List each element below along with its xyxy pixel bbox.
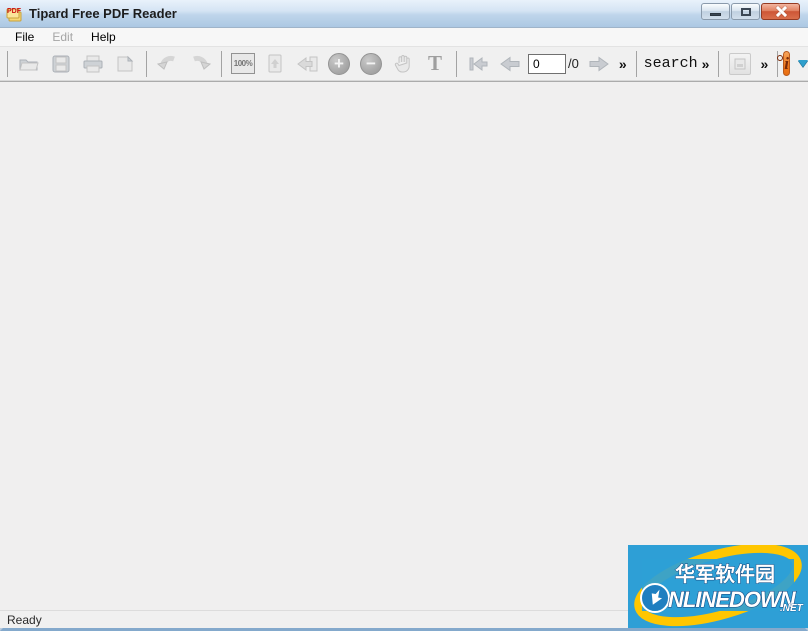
close-button[interactable]	[761, 3, 800, 20]
search-overflow-button[interactable]: »	[698, 56, 714, 72]
menu-bar: File Edit Help	[0, 28, 808, 47]
previous-page-icon	[500, 56, 520, 71]
maximize-button[interactable]	[731, 3, 760, 20]
open-button[interactable]	[14, 50, 44, 78]
close-icon	[775, 6, 786, 17]
zoom-out-icon: −	[360, 52, 382, 75]
minimize-button[interactable]	[701, 3, 730, 20]
minimize-icon	[710, 13, 721, 16]
first-page-icon	[469, 56, 488, 71]
menu-help[interactable]: Help	[82, 28, 125, 46]
snapshot-button[interactable]	[110, 50, 140, 78]
page-number-input[interactable]	[528, 53, 566, 74]
properties-button[interactable]	[725, 50, 755, 78]
info-button[interactable]: i	[777, 51, 790, 76]
rotate-left-button[interactable]	[153, 50, 183, 78]
watermark-site-name: 华军软件园	[675, 562, 775, 586]
svg-text:PDF: PDF	[7, 8, 22, 15]
maximize-icon	[740, 7, 751, 16]
text-select-icon: T	[427, 51, 442, 75]
first-page-button[interactable]	[463, 50, 493, 78]
next-page-button[interactable]	[584, 50, 614, 78]
status-text: Ready	[7, 612, 42, 627]
app-window: PDF Tipard Free PDF Reader File Edit Hel…	[0, 0, 808, 631]
properties-icon	[729, 52, 752, 75]
print-button[interactable]	[78, 50, 108, 78]
toolbar-options-dropdown-icon[interactable]	[797, 60, 808, 67]
document-area	[0, 81, 808, 610]
window-controls	[700, 3, 800, 20]
next-page-icon	[589, 56, 609, 71]
zoom-out-button[interactable]: −	[356, 50, 386, 78]
hand-icon	[394, 54, 410, 73]
properties-overflow-button[interactable]: »	[756, 56, 772, 72]
watermark-brand: NLINEDOWN	[668, 587, 797, 612]
watermark-brand-suffix: .NET	[780, 603, 804, 614]
title-bar[interactable]: PDF Tipard Free PDF Reader	[0, 0, 808, 28]
fit-width-icon	[297, 56, 318, 71]
rotate-left-icon	[157, 55, 175, 70]
window-title: Tipard Free PDF Reader	[29, 6, 177, 21]
actual-size-icon: 100%	[230, 53, 256, 74]
snapshot-icon	[117, 55, 134, 71]
toolbar-separator	[221, 50, 222, 77]
rotate-right-button[interactable]	[185, 50, 215, 78]
toolbar-separator	[7, 50, 8, 77]
nav-overflow-button[interactable]: »	[615, 56, 631, 72]
rotate-right-icon	[193, 55, 211, 70]
toolbar-separator	[718, 50, 720, 77]
zoom-in-icon: +	[328, 52, 350, 75]
previous-page-button[interactable]	[495, 50, 525, 78]
page-total-label: /0	[568, 56, 579, 71]
print-icon	[83, 55, 103, 72]
onlinedown-watermark: 华军软件园 NLINEDOWN .NET	[628, 545, 808, 628]
toolbar-separator	[635, 50, 637, 77]
search-input[interactable]: search	[644, 55, 698, 72]
zoom-in-button[interactable]: +	[324, 50, 354, 78]
hand-tool-button[interactable]	[388, 50, 418, 78]
menu-edit[interactable]: Edit	[43, 28, 82, 46]
actual-size-button[interactable]: 100%	[228, 50, 258, 78]
save-icon	[52, 55, 70, 72]
open-folder-icon	[19, 59, 39, 70]
fit-width-button[interactable]	[292, 50, 322, 78]
fit-page-button[interactable]	[260, 50, 290, 78]
app-icon: PDF	[6, 8, 22, 21]
text-select-button[interactable]: T	[420, 50, 450, 78]
menu-file[interactable]: File	[6, 28, 43, 46]
toolbar: 100% + − T 0 /0 » search » » i	[0, 47, 808, 81]
fit-page-icon	[268, 54, 282, 73]
save-button[interactable]	[46, 50, 76, 78]
toolbar-separator	[146, 50, 147, 77]
toolbar-separator	[456, 50, 457, 77]
